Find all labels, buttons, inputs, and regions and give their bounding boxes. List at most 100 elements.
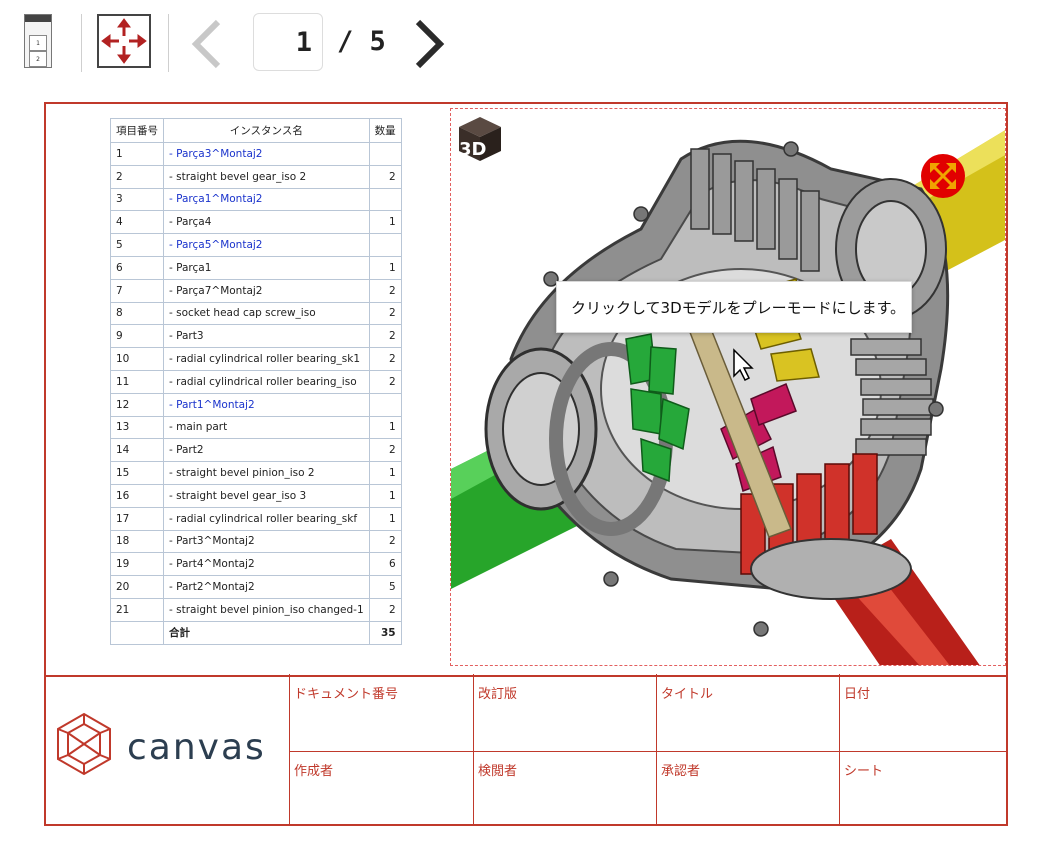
sheet-label: シート [844,764,884,779]
3d-badge-text: 3D [459,139,486,160]
table-row: 16- straight bevel gear_iso 31 [110,483,402,508]
item-number-cell: 11 [110,369,164,394]
title-block-divider [46,675,1006,677]
fullscreen-toggle-button[interactable] [920,153,966,199]
quantity-cell: 1 [368,506,402,531]
brand-wordmark: canvas [127,727,266,768]
total-quantity: 35 [368,620,402,645]
author-label: 作成者 [294,764,334,779]
title-block-vline [289,674,290,824]
revision-label: 改訂版 [478,687,518,702]
total-row-spacer [110,620,164,645]
table-row: 17- radial cylindrical roller bearing_sk… [110,506,402,531]
quantity-cell: 1 [368,415,402,440]
page-thumbnails-button[interactable]: 1 2 [24,14,52,68]
canvas-logo-icon [56,712,112,776]
previous-page-button[interactable] [186,18,226,70]
table-row: 9- Part3 2 [110,324,402,349]
thumbnail-page-1[interactable]: 1 [29,35,47,51]
table-row: 18- Part3^Montaj2 2 [110,529,402,554]
item-number-cell: 8 [110,301,164,326]
quantity-cell [368,233,402,257]
quantity-cell: 2 [368,278,402,303]
thumbnail-page-2[interactable]: 2 [29,51,47,67]
instance-name-cell: - Part4^Montaj2 [163,552,370,577]
table-row: 4- Parça4 1 [110,210,402,235]
quantity-cell: 2 [368,164,402,189]
instance-name-cell: - Parça3^Montaj2 [163,142,370,166]
quantity-cell: 1 [368,255,402,280]
table-total-row: 合計 35 [110,620,402,645]
item-number-cell: 13 [110,415,164,440]
item-number-cell: 4 [110,210,164,235]
table-row: 8- socket head cap screw_iso 2 [110,301,402,326]
instance-name-cell: - straight bevel pinion_iso 2 [163,461,370,485]
title-block-vline [839,674,840,824]
instance-name-cell: - radial cylindrical roller bearing_iso [163,369,370,394]
instance-name-cell: - Parça1^Montaj2 [163,187,370,212]
quantity-cell: 2 [368,301,402,326]
mouse-cursor-icon [732,348,756,382]
table-row: 3- Parça1^Montaj2 [110,187,402,212]
item-number-cell: 14 [110,438,164,463]
current-page-input[interactable]: 1 [253,13,323,71]
instance-name-cell: - Parça7^Montaj2 [163,278,370,303]
item-number-cell: 9 [110,324,164,349]
table-row: 21- straight bevel pinion_iso changed-1 2 [110,597,402,622]
item-number-cell: 5 [110,233,164,257]
instance-name-cell: - Parça1 [163,255,370,280]
item-number-cell: 7 [110,278,164,303]
column-header-item-number: 項目番号 [110,118,164,143]
quantity-cell [368,142,402,166]
instance-name-cell: - Parça4 [163,210,370,235]
table-row: 10- radial cylindrical roller bearing_sk… [110,347,402,371]
move-arrows-icon [101,18,147,64]
title-block-vline [656,674,657,824]
bom-rows: 1- Parça3^Montaj2 2- straight bevel gear_… [110,142,402,622]
item-number-cell: 15 [110,461,164,485]
column-header-instance-name: インスタンス名 [163,118,370,143]
table-row: 20- Part2^Montaj2 5 [110,575,402,599]
instance-name-cell: - Part1^Montaj2 [163,392,370,417]
quantity-cell: 2 [368,369,402,394]
item-number-cell: 20 [110,575,164,599]
3d-badge: 3D [455,114,505,164]
fit-to-window-button[interactable] [97,14,151,68]
item-number-cell: 10 [110,347,164,371]
doc-number-label: ドキュメント番号 [294,687,399,702]
chevron-right-icon [415,19,445,69]
quantity-cell: 5 [368,575,402,599]
quantity-cell: 1 [368,483,402,508]
title-label: タイトル [661,687,714,702]
total-label: 合計 [163,620,370,645]
item-number-cell: 21 [110,597,164,622]
quantity-cell: 1 [368,461,402,485]
table-row: 7- Parça7^Montaj2 2 [110,278,402,303]
item-number-cell: 12 [110,392,164,417]
instance-name-cell: - straight bevel pinion_iso changed-1 [163,597,370,622]
item-number-cell: 2 [110,164,164,189]
thumbnail-header-bar [25,15,51,22]
expand-arrows-icon [921,154,965,198]
bill-of-materials-table: 項目番号 インスタンス名 数量 1- Parça3^Montaj2 2- stra… [110,118,402,645]
date-label: 日付 [844,687,871,702]
quantity-cell [368,392,402,417]
quantity-cell: 6 [368,552,402,577]
total-pages-label: / 5 [337,26,386,57]
item-number-cell: 3 [110,187,164,212]
instance-name-cell: - Part3^Montaj2 [163,529,370,554]
column-header-quantity: 数量 [368,118,402,143]
quantity-cell [368,187,402,212]
item-number-cell: 6 [110,255,164,280]
title-block-hline [289,751,1006,752]
table-header-row: 項目番号 インスタンス名 数量 [110,118,402,143]
table-row: 5- Parça5^Montaj2 [110,233,402,257]
table-row: 12- Part1^Montaj2 [110,392,402,417]
table-row: 2- straight bevel gear_iso 22 [110,164,402,189]
quantity-cell: 2 [368,347,402,371]
item-number-cell: 1 [110,142,164,166]
table-row: 15- straight bevel pinion_iso 21 [110,461,402,485]
viewer-toolbar: 1 2 1 / 5 [0,0,1054,90]
next-page-button[interactable] [410,18,450,70]
instance-name-cell: - radial cylindrical roller bearing_skf [163,506,370,531]
